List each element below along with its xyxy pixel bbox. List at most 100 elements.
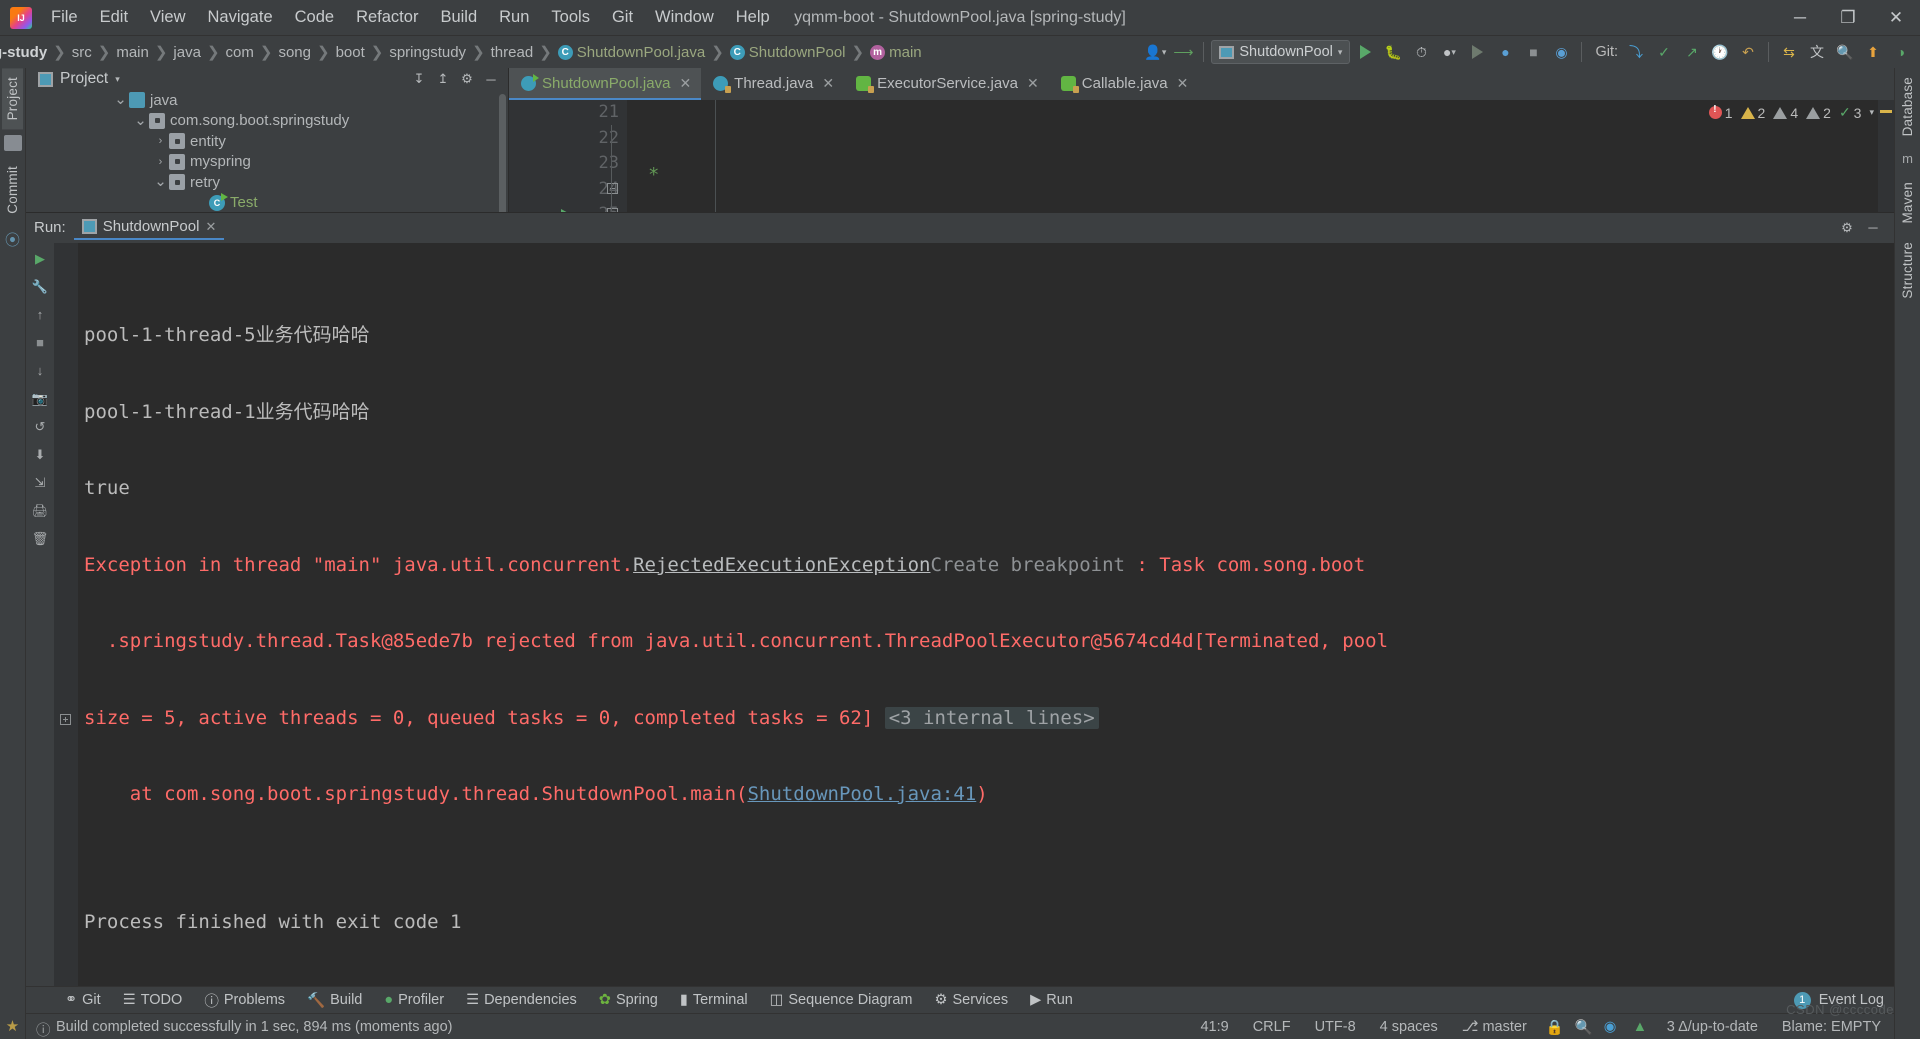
scroll-down-icon[interactable]: ↓ [30, 361, 50, 381]
inspection-warnings[interactable]: 2 [1740, 105, 1765, 121]
menu-file[interactable]: File [40, 4, 89, 31]
lock-icon[interactable]: 🔒 [1546, 1019, 1564, 1036]
sidebar-tab-maven[interactable]: Maven [1897, 173, 1918, 233]
debug-button[interactable]: 🐛 [1380, 39, 1406, 65]
sidebar-tab-commit[interactable]: Commit [2, 157, 23, 223]
tool-tab-services[interactable]: ⚙ Services [924, 990, 1020, 1010]
indent-setting[interactable]: 4 spaces [1375, 1017, 1443, 1037]
menu-run[interactable]: Run [488, 4, 540, 31]
update-icon[interactable]: ▲ [1633, 1019, 1648, 1035]
line-separator[interactable]: CRLF [1248, 1017, 1296, 1037]
caret-position[interactable]: 41:9 [1195, 1017, 1233, 1037]
tool-tab-spring[interactable]: ✿ Spring [588, 990, 669, 1010]
close-icon[interactable]: ✕ [205, 219, 216, 235]
tab-thread-java[interactable]: Thread.java ✕ [701, 68, 844, 100]
scroll-up-icon[interactable]: ↑ [30, 305, 50, 325]
run-tab-shutdownpool[interactable]: ShutdownPool ✕ [73, 215, 225, 240]
inspection-level-icon[interactable]: 🔍 [1575, 1019, 1593, 1036]
internal-lines-fold[interactable]: <3 internal lines> [884, 706, 1099, 729]
tool-tab-git[interactable]: ⚭ Git [54, 990, 112, 1010]
editor-text[interactable]: * * @author Songxianyang * @date 2022-05… [627, 100, 1878, 212]
tab-callable-java[interactable]: Callable.java ✕ [1049, 68, 1199, 100]
run-anything-button[interactable] [1464, 39, 1490, 65]
error-stripe[interactable] [1878, 100, 1894, 212]
chrome-icon[interactable]: ◉ [1604, 1019, 1619, 1035]
tab-executorservice-java[interactable]: ExecutorService.java ✕ [844, 68, 1049, 100]
menu-window[interactable]: Window [644, 4, 725, 31]
menu-tools[interactable]: Tools [540, 4, 601, 31]
run-gutter-icon[interactable] [561, 209, 572, 212]
user-avatar-icon[interactable]: 👤 ▾ [1142, 39, 1168, 65]
compare-icon[interactable]: ⇆ [1776, 39, 1802, 65]
gutter-line-24[interactable]: 24 [509, 177, 627, 203]
wrench-icon[interactable]: 🔧 [30, 277, 50, 297]
breadcrumb-thread[interactable]: thread [486, 43, 539, 62]
breadcrumb-java[interactable]: java [168, 43, 206, 62]
tab-shutdownpool-java[interactable]: ShutdownPool.java ✕ [509, 68, 702, 100]
maven-m-icon[interactable]: m [1899, 151, 1917, 167]
hide-panel-icon[interactable]: ─ [480, 68, 502, 90]
tree-item-test[interactable]: C Test [26, 192, 508, 212]
sidebar-tab-project[interactable]: Project [2, 68, 23, 130]
gutter-line-23[interactable]: 23 [509, 151, 627, 177]
search-everywhere-icon[interactable]: ◉ [1548, 39, 1574, 65]
console-output[interactable]: pool-1-thread-5业务代码哈哈 pool-1-thread-1业务代… [54, 242, 1894, 986]
tool-tab-todo[interactable]: ☰ TODO [112, 990, 194, 1010]
update-project-icon[interactable]: ⟶ [1170, 39, 1196, 65]
tool-tab-problems[interactable]: ⓘ Problems [193, 988, 296, 1013]
tool-tab-terminal[interactable]: ▮ Terminal [669, 990, 759, 1010]
chevron-right-icon[interactable]: › [152, 156, 169, 168]
tree-item-com-song-boot-springstudy[interactable]: ⌄ com.song.boot.springstudy [26, 111, 508, 132]
stacktrace-link[interactable]: ShutdownPool.java:41 [747, 783, 976, 805]
chevron-down-icon[interactable]: ▾ [1869, 107, 1874, 118]
attach-debugger-icon[interactable]: ● [1492, 39, 1518, 65]
expand-all-icon[interactable]: ↧ [408, 68, 430, 90]
close-icon[interactable]: ✕ [822, 75, 834, 92]
menu-git[interactable]: Git [601, 4, 644, 31]
tool-tab-dependencies[interactable]: ☰ Dependencies [455, 990, 588, 1010]
sidebar-tab-database[interactable]: Database [1897, 68, 1918, 145]
chevron-down-icon[interactable]: ▾ [115, 74, 120, 85]
tree-item-myspring[interactable]: › myspring [26, 152, 508, 173]
gutter-line-25[interactable]: 25 [509, 202, 627, 212]
translate-icon[interactable]: 文 [1804, 39, 1830, 65]
chevron-right-icon[interactable]: › [152, 135, 169, 147]
gutter-line-21[interactable]: 21 [509, 100, 627, 126]
git-update-icon[interactable]: ⤵ [1623, 39, 1649, 65]
menu-navigate[interactable]: Navigate [197, 4, 284, 31]
editor-gutter[interactable]: 2122232425262728293031323334353637 [509, 100, 627, 212]
rerun-button[interactable]: ▶ [30, 249, 50, 269]
soft-wrap-icon[interactable]: ↺ [30, 417, 50, 437]
settings-gear-icon[interactable]: ⚙ [456, 68, 478, 90]
inspection-widget[interactable]: 1 2 4 2 [1708, 104, 1874, 121]
project-tree[interactable]: ⌄ java ⌄ com.song.boot.springstudy › entity › m… [26, 90, 508, 212]
breadcrumb-file[interactable]: C ShutdownPool.java [553, 43, 710, 62]
breadcrumb-main[interactable]: main [111, 43, 154, 62]
menu-view[interactable]: View [139, 4, 196, 31]
breadcrumb-project[interactable]: g-study [0, 43, 52, 62]
file-encoding[interactable]: UTF-8 [1310, 1017, 1361, 1037]
hide-panel-icon[interactable]: ─ [1862, 217, 1884, 239]
search-icon[interactable]: 🔍 [1832, 39, 1858, 65]
run-button[interactable] [1352, 39, 1378, 65]
breadcrumb-com[interactable]: com [221, 43, 259, 62]
tree-item-retry[interactable]: ⌄ retry [26, 172, 508, 193]
undo-icon[interactable]: ↶ [1735, 39, 1761, 65]
breadcrumb-boot[interactable]: boot [331, 43, 370, 62]
stripe-warning-mark[interactable] [1880, 110, 1892, 113]
blame-status[interactable]: Blame: EMPTY [1777, 1017, 1886, 1037]
close-icon[interactable]: ✕ [1177, 75, 1189, 92]
stop-button[interactable]: ■ [30, 333, 50, 353]
collapse-all-icon[interactable]: ↥ [432, 68, 454, 90]
stop-button[interactable]: ■ [1520, 39, 1546, 65]
breadcrumb-springstudy[interactable]: springstudy [384, 43, 471, 62]
toggle-icon[interactable]: ◑ [1888, 39, 1914, 65]
tree-item-java[interactable]: ⌄ java [26, 90, 508, 111]
project-tree-scrollbar[interactable] [499, 94, 506, 212]
tool-tab-sequence-diagram[interactable]: ◫ Sequence Diagram [759, 990, 924, 1010]
commit-icon[interactable]: ⦿ [4, 229, 22, 249]
minimize-button[interactable]: ─ [1776, 0, 1824, 36]
git-branch[interactable]: ⎇ master [1457, 1017, 1532, 1037]
breadcrumb-src[interactable]: src [67, 43, 97, 62]
camera-icon[interactable]: 📷 [30, 389, 50, 409]
